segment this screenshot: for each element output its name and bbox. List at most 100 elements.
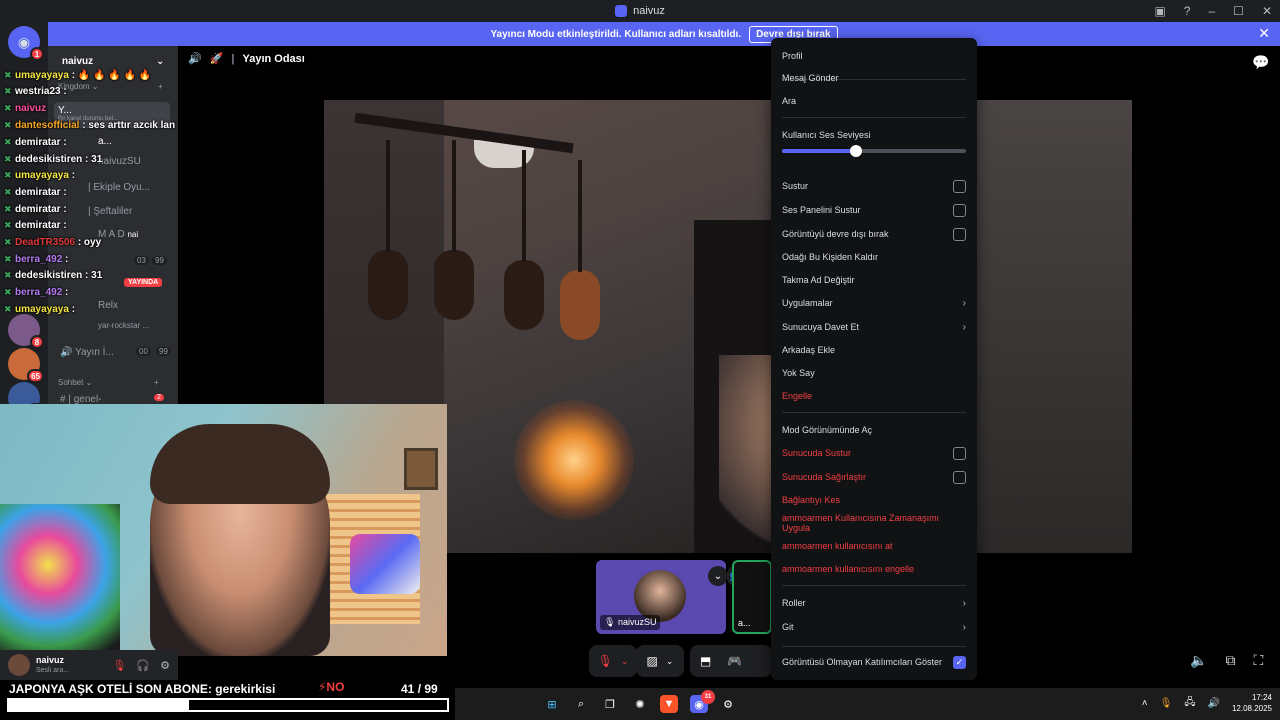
menu-item-kullanıcı-ses-seviyesi[interactable]: Kullanıcı Ses Seviyesi [782, 127, 966, 143]
menu-item-sunucuya-davet-et[interactable]: Sunucuya Davet Et › [782, 319, 966, 335]
chat-message: : [65, 287, 69, 298]
member-rockstar[interactable]: yar-rockstar ... [98, 321, 149, 330]
menu-item-görüntüsü-olmayan-katılımcıları-göster[interactable]: Görüntüsü Olmayan Katılımcıları Göster ✓ [782, 654, 966, 670]
menu-item-git[interactable]: Git › [782, 619, 966, 635]
menu-item-roller[interactable]: Roller › [782, 595, 966, 611]
chat-message: : [65, 254, 69, 265]
gear-icon[interactable]: ⚙ [160, 659, 170, 672]
gamepad-icon[interactable]: 🎮 [727, 654, 742, 668]
inbox-icon[interactable]: ▣ [1154, 4, 1165, 18]
participant-tile-naivuzsu[interactable]: ⌄ 🎙 naivuzSU [596, 560, 726, 634]
task-view-icon[interactable]: ❐ [601, 695, 619, 713]
menu-item-takma-ad-değiştir[interactable]: Takma Ad Değiştir [782, 272, 966, 288]
menu-item-uygulamalar[interactable]: Uygulamalar › [782, 295, 966, 311]
menu-item-ara[interactable]: Ara [782, 93, 966, 109]
search-icon[interactable]: ⌕ [572, 695, 590, 713]
chat-platform-icon: ✖ [4, 220, 12, 230]
checkbox[interactable] [953, 179, 966, 193]
add-channel-icon[interactable]: + [154, 378, 159, 387]
volume-icon[interactable]: 🔈 [1190, 652, 1207, 669]
user-volume-slider[interactable] [782, 145, 966, 157]
menu-item-profil[interactable]: Profil [782, 48, 966, 64]
chat-username: westria23 [15, 86, 61, 97]
category-sohbet[interactable]: Sohbet ⌄ + [58, 378, 159, 387]
microphone-icon[interactable]: 🎙 [1160, 698, 1173, 709]
checkbox[interactable] [953, 227, 966, 241]
chevron-down-icon[interactable]: ⌄ [708, 566, 726, 586]
mic-muted-icon[interactable]: 🎙 [112, 659, 126, 672]
video-bg-lamp [514, 400, 634, 520]
chat-message: : [63, 187, 67, 198]
close-window-button[interactable]: ✕ [1262, 4, 1272, 18]
menu-item-ammoarmen-kullanıcısını-engelle[interactable]: ammoarmen kullanıcısını engelle [782, 561, 966, 577]
chat-bubble-icon[interactable]: 💬 [1252, 54, 1269, 71]
chevron-down-icon[interactable]: ⌄ [621, 656, 629, 667]
menu-separator [782, 117, 966, 118]
participant-tile-second[interactable]: a... [732, 560, 772, 634]
server-icon-2[interactable]: 65 [8, 348, 44, 383]
menu-item-sunucuda-sağırlaştır[interactable]: Sunucuda Sağırlaştır [782, 469, 966, 485]
maximize-button[interactable]: ☐ [1233, 4, 1244, 18]
network-icon[interactable]: 🖧 [1184, 695, 1195, 712]
chat-line: ✖ dedesikistiren : 31 [4, 154, 102, 165]
channel-yayin[interactable]: 🔊 Yayın İ... 00 99 [60, 347, 171, 358]
menu-item-yok-say[interactable]: Yok Say [782, 365, 966, 381]
minimize-button[interactable]: – [1208, 4, 1215, 18]
menu-item-ammoarmen-kullanıcısını-at[interactable]: ammoarmen kullanıcısını at [782, 538, 966, 554]
menu-item-ammoarmen-kullanıcısına-zamanaşımı-uygula[interactable]: ammoarmen Kullanıcısına Zamanaşımı Uygul… [782, 513, 966, 533]
screen-share-icon[interactable]: ⬒ [700, 654, 711, 668]
discord-taskbar-icon[interactable]: ◉ 31 [690, 690, 715, 713]
menu-item-arkadaş-ekle[interactable]: Arkadaş Ekle [782, 342, 966, 358]
home-button[interactable]: ◉ 1 [8, 26, 44, 61]
chevron-up-icon[interactable]: ˄ [1142, 698, 1148, 709]
fullscreen-icon[interactable]: ⛶ [1253, 652, 1263, 669]
windows-taskbar: ⊞ ⌕ ❐ ✺ ▼ ◉ 31 ⚙ ˄ 🎙 🖧 🔊 17:24 12.08.2025 [455, 688, 1280, 720]
camera-toggle[interactable]: ▨ ⌄ [636, 645, 684, 677]
menu-item-engelle[interactable]: Engelle [782, 388, 966, 404]
speaker-icon[interactable]: 🔊 [1208, 698, 1220, 709]
chat-username: umayayaya [15, 304, 69, 315]
headset-icon[interactable]: 🎧 [136, 659, 150, 672]
menu-item-odağı-bu-kişiden-kaldır[interactable]: Odağı Bu Kişiden Kaldır [782, 249, 966, 265]
chat-platform-icon: ✖ [4, 204, 12, 214]
chevron-right-icon: › [962, 321, 966, 333]
help-icon[interactable]: ? [1184, 4, 1191, 18]
checkbox[interactable] [953, 446, 966, 460]
stream-goal-overlay: JAPONYA AŞK OTELİ SON ABONE: gerekirkisi… [0, 680, 455, 720]
chevron-right-icon: › [962, 597, 966, 609]
checkbox-checked[interactable]: ✓ [953, 655, 966, 669]
mic-toggle[interactable]: 🎙 ⌄ [589, 645, 637, 677]
brave-browser-icon[interactable]: ▼ [660, 695, 678, 713]
menu-item-görüntüyü-devre-dışı-bırak[interactable]: Görüntüyü devre dışı bırak [782, 226, 966, 242]
avatar[interactable] [8, 654, 30, 676]
menu-item-label: Mesaj Gönder [782, 73, 839, 83]
menu-item-mod-görünümünde-aç[interactable]: Mod Görünümünde Aç [782, 422, 966, 438]
server-badge: 65 [27, 369, 44, 383]
menu-item-label: Ara [782, 96, 797, 106]
menu-separator [782, 412, 966, 413]
window-title-group: naivuz [615, 5, 665, 17]
menu-item-bağlantıyı-kes[interactable]: Bağlantıyı Kes [782, 492, 966, 508]
clock[interactable]: 17:24 12.08.2025 [1232, 692, 1272, 714]
app-icon[interactable]: ⚙ [719, 695, 737, 713]
popout-icon[interactable]: ⧉ [1225, 652, 1235, 669]
chat-platform-icon: ✖ [4, 254, 12, 264]
chevron-right-icon: › [962, 297, 966, 309]
close-notice-icon[interactable]: ✕ [1258, 25, 1270, 42]
app-logo-icon [615, 5, 628, 17]
goal-progress-fill [9, 700, 189, 710]
menu-item-sunucuda-sustur[interactable]: Sunucuda Sustur [782, 445, 966, 461]
chatgpt-icon[interactable]: ✺ [631, 695, 649, 713]
menu-item-sustur[interactable]: Sustur [782, 178, 966, 194]
volume-slider-handle[interactable] [849, 145, 862, 157]
checkbox[interactable] [953, 470, 966, 484]
chat-message: : [71, 304, 76, 315]
menu-item-label: Takma Ad Değiştir [782, 275, 855, 285]
server-name[interactable]: naivuz ⌄ [62, 56, 164, 67]
menu-item-mesaj-gönder[interactable]: Mesaj Gönder [782, 70, 966, 86]
checkbox[interactable] [953, 203, 966, 217]
chevron-down-icon[interactable]: ⌄ [666, 656, 674, 667]
start-menu-icon[interactable]: ⊞ [543, 695, 561, 713]
video-bg-guitar [504, 150, 544, 330]
menu-item-ses-panelini-sustur[interactable]: Ses Panelini Sustur [782, 202, 966, 218]
